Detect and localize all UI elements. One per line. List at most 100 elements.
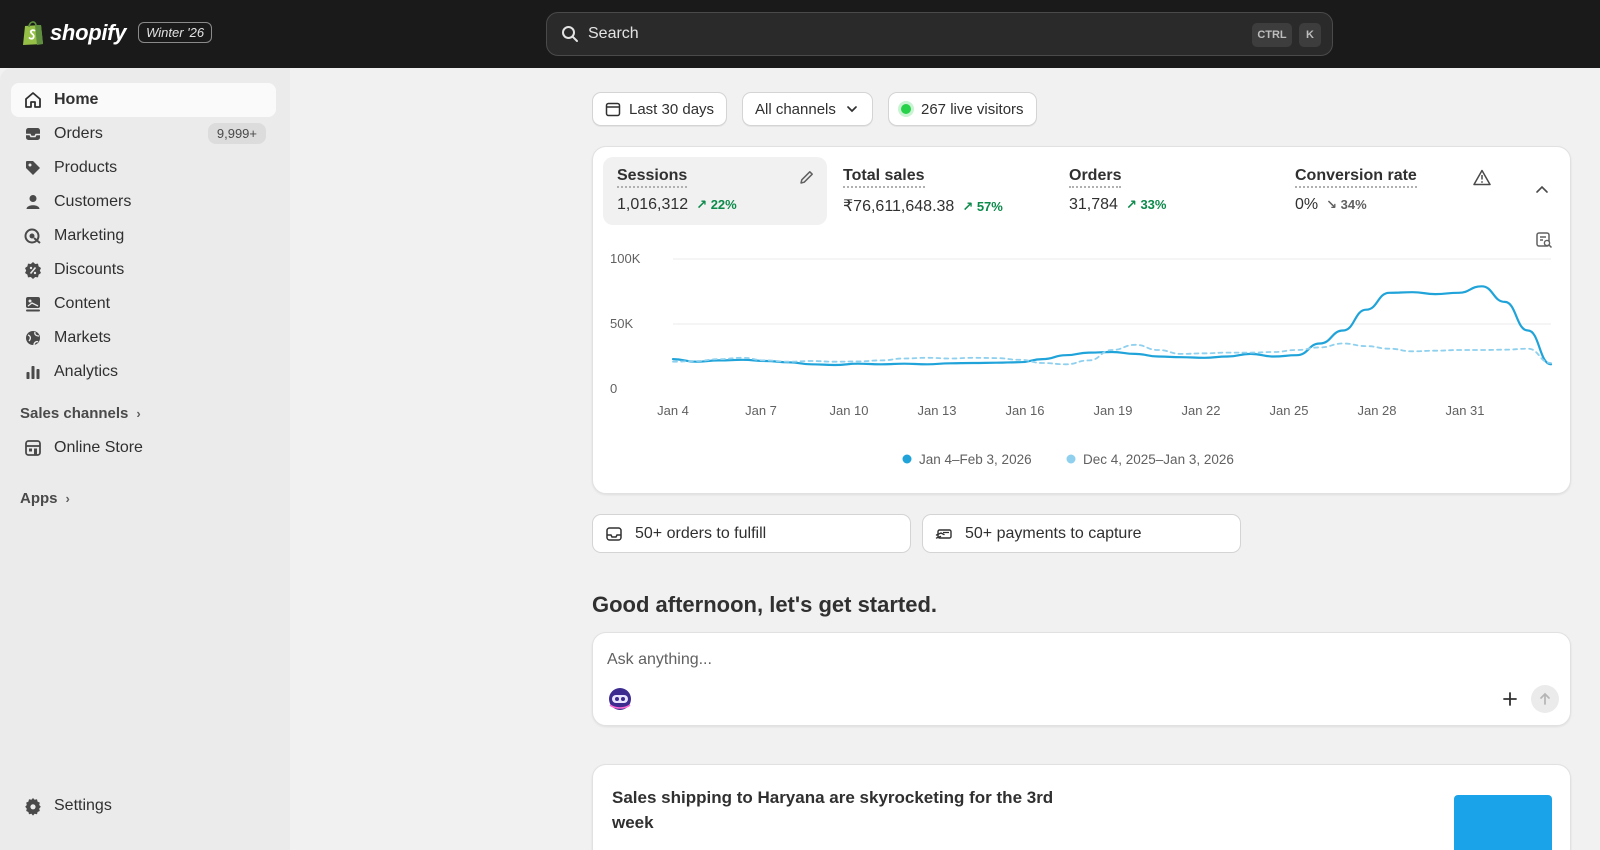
gear-icon (25, 798, 41, 816)
metric-orders[interactable]: Orders 31,784 ↗ 33% (1055, 157, 1275, 225)
shortcut-key-ctrl: CTRL (1252, 23, 1292, 47)
arrow-down-icon: ↘ (1326, 197, 1341, 212)
discount-icon (25, 262, 41, 279)
orders-count-badge: 9,999+ (207, 123, 266, 144)
sidebar-item-label: Orders (54, 125, 103, 142)
sidebar: Home Orders 9,999+ Products Customers Ma… (0, 68, 290, 850)
sidebar-item-discounts[interactable]: Discounts (11, 253, 276, 287)
metric-label: Sessions (617, 167, 688, 188)
search-icon (562, 26, 578, 42)
store-icon (25, 440, 41, 456)
sidebar-item-label: Content (54, 295, 111, 312)
arrow-up-icon (1540, 692, 1550, 705)
y-tick-label: 100K (610, 251, 641, 266)
search-input[interactable]: Search CTRL K (546, 12, 1333, 56)
insight-image (1454, 795, 1552, 850)
metric-sessions[interactable]: Sessions 1,016,312 ↗ 22% (603, 157, 827, 225)
apps-link[interactable]: Apps › (20, 490, 70, 507)
sidebar-item-analytics[interactable]: Analytics (11, 355, 276, 389)
sidekick-avatar-icon[interactable] (608, 687, 632, 711)
pencil-icon[interactable] (798, 169, 815, 186)
globe-icon (26, 331, 40, 346)
date-range-button[interactable]: Last 30 days (592, 92, 728, 126)
ask-assistant-card: Ask anything... (592, 632, 1571, 726)
sidebar-item-label: Online Store (54, 439, 143, 456)
sidebar-item-online-store[interactable]: Online Store (11, 431, 276, 465)
y-tick-label: 50K (610, 316, 633, 331)
sidebar-item-home[interactable]: Home (11, 83, 276, 117)
tag-icon (26, 161, 40, 175)
orders-to-fulfill-button[interactable]: 50+ orders to fulfill (592, 514, 911, 553)
previous-period-line (672, 342, 1552, 366)
chevron-down-icon (847, 106, 857, 113)
sidebar-item-label: Marketing (54, 227, 125, 244)
x-tick-label: Jan 28 (1357, 403, 1396, 418)
apps-label: Apps (20, 490, 58, 507)
x-tick-label: Jan 7 (745, 403, 777, 418)
metric-change: ↗ 22% (696, 197, 737, 213)
send-button[interactable] (1531, 685, 1559, 713)
brand[interactable]: shopify Winter '26 (22, 19, 213, 46)
sales-channels-label: Sales channels (20, 405, 129, 422)
inbox-icon (606, 526, 622, 541)
sidebar-item-label: Products (54, 159, 118, 176)
calendar-icon (605, 102, 621, 117)
sidebar-item-label: Settings (54, 797, 112, 814)
channels-dropdown[interactable]: All channels (742, 92, 873, 126)
task-label: 50+ orders to fulfill (635, 524, 767, 542)
sidebar-item-marketing[interactable]: Marketing (11, 219, 276, 253)
sidebar-item-orders[interactable]: Orders 9,999+ (11, 117, 276, 151)
metric-value: 31,784 (1069, 196, 1118, 213)
sidebar-item-markets[interactable]: Markets (11, 321, 276, 355)
shortcut-key-k: K (1299, 23, 1321, 47)
chevron-up-icon[interactable] (1535, 183, 1549, 197)
metric-total-sales[interactable]: Total sales ₹76,611,648.38 ↗ 57% (829, 157, 1049, 225)
search-placeholder: Search (588, 25, 639, 42)
y-tick-label: 0 (610, 381, 617, 396)
chevron-right-icon: › (65, 491, 70, 506)
person-icon (26, 195, 40, 209)
metric-change-value: 34% (1340, 197, 1367, 212)
x-tick-label: Jan 10 (829, 403, 868, 418)
arrow-up-icon: ↗ (696, 197, 711, 212)
sidebar-item-products[interactable]: Products (11, 151, 276, 185)
inbox-icon (26, 128, 40, 140)
top-bar: shopify Winter '26 Search CTRL K (0, 0, 1600, 68)
insight-title: Sales shipping to Haryana are skyrocketi… (612, 788, 1054, 832)
payments-to-capture-button[interactable]: 50+ payments to capture (922, 514, 1241, 553)
legend-label: Jan 4–Feb 3, 2026 (919, 452, 1032, 467)
sidebar-item-content[interactable]: Content (11, 287, 276, 321)
warning-icon[interactable] (1473, 169, 1491, 186)
sidebar-item-label: Discounts (54, 261, 125, 278)
legend-marker (902, 454, 912, 464)
arrow-up-icon: ↗ (1125, 197, 1141, 212)
x-tick-label: Jan 19 (1093, 403, 1132, 418)
x-tick-label: Jan 25 (1269, 403, 1308, 418)
chevron-right-icon: › (136, 406, 141, 421)
bar-chart-icon (26, 366, 40, 379)
live-visitors-button[interactable]: 267 live visitors (888, 92, 1037, 126)
metric-change-value: 57% (976, 199, 1003, 214)
sidebar-item-label: Analytics (54, 363, 119, 380)
x-tick-label: Jan 31 (1445, 403, 1484, 418)
metric-value: ₹76,611,648.38 (843, 198, 955, 215)
metric-conversion-rate[interactable]: Conversion rate 0% ↘ 34% (1281, 157, 1501, 225)
metric-change: ↗ 33% (1126, 197, 1167, 213)
x-tick-label: Jan 22 (1181, 403, 1220, 418)
insight-card[interactable]: Sales shipping to Haryana are skyrocketi… (592, 764, 1571, 850)
edition-badge[interactable]: Winter '26 (138, 22, 213, 43)
content-icon (26, 297, 40, 312)
legend-marker (1066, 454, 1076, 464)
ask-input[interactable]: Ask anything... (607, 651, 712, 669)
plus-icon[interactable] (1502, 691, 1518, 707)
live-status-dot (901, 104, 911, 114)
home-icon (25, 92, 41, 108)
metric-label: Total sales (843, 167, 925, 188)
sidebar-item-customers[interactable]: Customers (11, 185, 276, 219)
sales-channels-link[interactable]: Sales channels › (20, 405, 141, 422)
sidebar-item-settings[interactable]: Settings (11, 789, 276, 823)
arrow-up-icon: ↗ (962, 199, 977, 214)
task-label: 50+ payments to capture (965, 524, 1142, 542)
greeting-heading: Good afternoon, let's get started. (592, 592, 938, 617)
current-period-line (671, 285, 1553, 367)
